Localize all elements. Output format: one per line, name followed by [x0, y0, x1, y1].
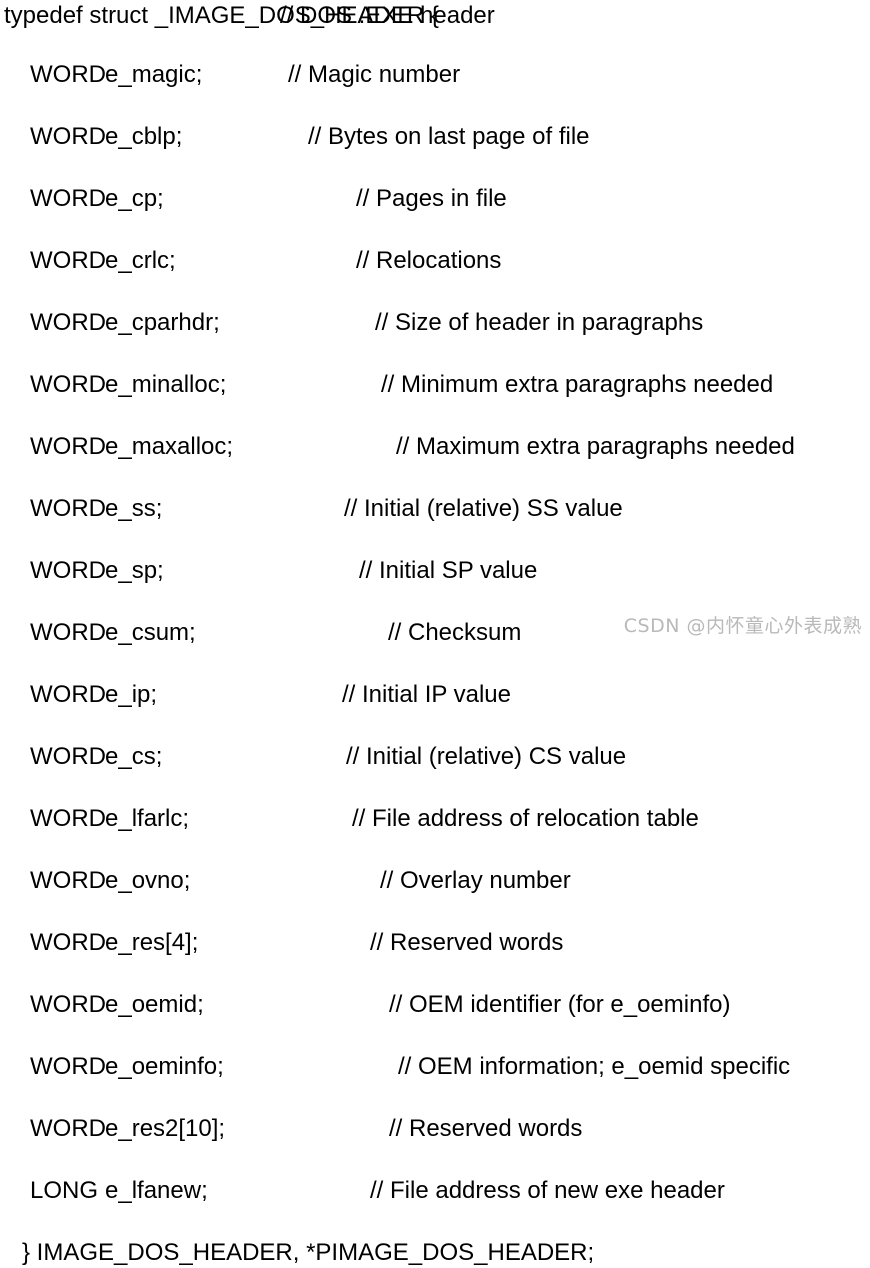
field-type: WORD — [30, 371, 106, 398]
field-name: e_cp; — [105, 185, 164, 212]
code-line-field: WORD e_res[4]; // Reserved words — [0, 927, 870, 958]
field-type: WORD — [30, 991, 106, 1018]
code-comment: // Initial IP value — [342, 681, 511, 708]
field-name: e_csum; — [105, 619, 196, 646]
field-type: WORD — [30, 1053, 106, 1080]
code-comment: // Relocations — [356, 247, 502, 274]
field-type: WORD — [30, 185, 106, 212]
field-type: WORD — [30, 61, 106, 88]
field-name: e_res2[10]; — [105, 1115, 226, 1142]
code-comment: // Bytes on last page of file — [308, 123, 590, 150]
code-comment: // DOS .EXE header — [280, 2, 495, 29]
code-line-field: WORD e_minalloc; // Minimum extra paragrap… — [0, 369, 870, 400]
field-name: e_crlc; — [105, 247, 176, 274]
field-name: e_oeminfo; — [105, 1053, 224, 1080]
code-snippet-page: typedef struct _IMAGE_DOS_HEADER {// DOS… — [0, 0, 870, 1266]
code-line-field: WORD e_maxalloc; // Maximum extra paragrap… — [0, 431, 870, 462]
code-line-field: WORD e_ip; // Initial IP value — [0, 679, 870, 710]
field-name: e_res[4]; — [105, 929, 199, 956]
code-block: typedef struct _IMAGE_DOS_HEADER {// DOS… — [0, 0, 870, 1266]
struct-close-declaration: } IMAGE_DOS_HEADER, *PIMAGE_DOS_HEADER; — [22, 1239, 595, 1266]
field-type: WORD — [30, 495, 106, 522]
field-name: e_minalloc; — [105, 371, 227, 398]
code-comment: // Maximum extra paragraphs needed — [396, 433, 795, 460]
field-name: e_lfarlc; — [105, 805, 190, 832]
code-comment: // File address of new exe header — [370, 1177, 725, 1204]
field-type: WORD — [30, 743, 106, 770]
field-name: e_ip; — [105, 681, 158, 708]
field-type: LONG — [30, 1177, 99, 1204]
field-name: e_lfanew; — [105, 1177, 208, 1204]
field-name: e_ovno; — [105, 867, 191, 894]
csdn-watermark: CSDN @内怀童心外表成熟 — [623, 615, 862, 637]
code-comment: // Reserved words — [370, 929, 564, 956]
code-comment: // Initial (relative) SS value — [344, 495, 623, 522]
code-line-field: WORD e_oemid; // OEM identifier (for e_oem… — [0, 989, 870, 1020]
field-type: WORD — [30, 123, 106, 150]
field-name: e_cs; — [105, 743, 163, 770]
field-name: e_sp; — [105, 557, 164, 584]
field-type: WORD — [30, 433, 106, 460]
field-type: WORD — [30, 619, 106, 646]
field-name: e_cparhdr; — [105, 309, 220, 336]
code-line-field: WORD e_res2[10]; // Reserved words — [0, 1113, 870, 1144]
code-line-field: WORD e_cs; // Initial (relative) CS value — [0, 741, 870, 772]
code-line-field: WORD e_sp; // Initial SP value — [0, 555, 870, 586]
field-type: WORD — [30, 309, 106, 336]
code-comment: // Size of header in paragraphs — [375, 309, 704, 336]
code-line-field: WORD e_cp; // Pages in file — [0, 183, 870, 214]
code-comment: // Checksum — [388, 619, 522, 646]
code-line-field: WORD e_lfarlc; // File address of relocati… — [0, 803, 870, 834]
field-type: WORD — [30, 867, 106, 894]
field-type: WORD — [30, 805, 106, 832]
code-comment: // Initial (relative) CS value — [346, 743, 627, 770]
field-name: e_ss; — [105, 495, 163, 522]
field-type: WORD — [30, 929, 106, 956]
field-name: e_cblp; — [105, 123, 183, 150]
code-line-field: WORD e_ss; // Initial (relative) SS value — [0, 493, 870, 524]
code-comment: // Reserved words — [389, 1115, 583, 1142]
code-comment: // Minimum extra paragraphs needed — [381, 371, 774, 398]
field-type: WORD — [30, 557, 106, 584]
code-line-field: WORD e_cparhdr; // Size of header in parag… — [0, 307, 870, 338]
code-line-struct-open: typedef struct _IMAGE_DOS_HEADER {// DOS… — [0, 0, 870, 31]
code-line-field: LONG e_lfanew; // File address of new exe … — [0, 1175, 870, 1206]
field-type: WORD — [30, 1115, 106, 1142]
code-line-field: WORD e_crlc; // Relocations — [0, 245, 870, 276]
code-comment: // OEM identifier (for e_oeminfo) — [389, 991, 731, 1018]
code-comment: // Initial SP value — [359, 557, 538, 584]
code-comment: // Overlay number — [380, 867, 571, 894]
field-name: e_magic; — [105, 61, 203, 88]
code-comment: // OEM information; e_oemid specific — [398, 1053, 791, 1080]
field-type: WORD — [30, 247, 106, 274]
code-line-field: WORD e_cblp; // Bytes on last page of file — [0, 121, 870, 152]
field-name: e_oemid; — [105, 991, 204, 1018]
code-comment: // Pages in file — [356, 185, 507, 212]
field-type: WORD — [30, 681, 106, 708]
code-line-field: WORD e_oeminfo; // OEM information; e_oemi… — [0, 1051, 870, 1082]
code-line-field: WORD e_magic; // Magic number — [0, 59, 870, 90]
code-line-struct-close: } IMAGE_DOS_HEADER, *PIMAGE_DOS_HEADER; — [0, 1237, 870, 1268]
code-line-field: WORD e_ovno; // Overlay number — [0, 865, 870, 896]
code-comment: // File address of relocation table — [352, 805, 699, 832]
field-name: e_maxalloc; — [105, 433, 234, 460]
code-comment: // Magic number — [288, 61, 461, 88]
